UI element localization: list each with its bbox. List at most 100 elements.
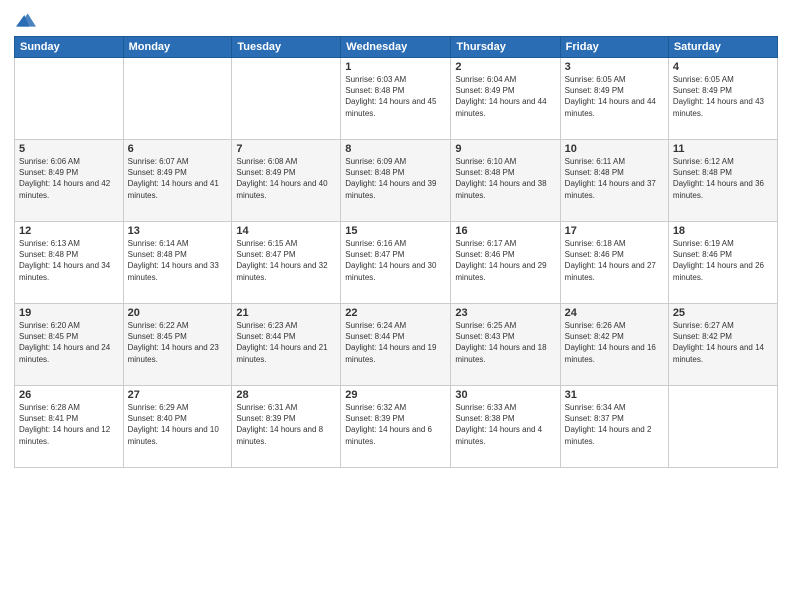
calendar-cell: 11 Sunrise: 6:12 AMSunset: 8:48 PMDayligh…	[668, 140, 777, 222]
day-info: Sunrise: 6:31 AMSunset: 8:39 PMDaylight:…	[236, 403, 323, 446]
day-number: 7	[236, 143, 336, 155]
calendar-cell: 20 Sunrise: 6:22 AMSunset: 8:45 PMDayligh…	[123, 304, 232, 386]
day-info: Sunrise: 6:08 AMSunset: 8:49 PMDaylight:…	[236, 157, 327, 200]
header	[14, 10, 778, 30]
day-info: Sunrise: 6:28 AMSunset: 8:41 PMDaylight:…	[19, 403, 110, 446]
calendar-cell	[123, 58, 232, 140]
day-info: Sunrise: 6:03 AMSunset: 8:48 PMDaylight:…	[345, 75, 436, 118]
day-number: 4	[673, 61, 773, 73]
day-number: 1	[345, 61, 446, 73]
day-info: Sunrise: 6:11 AMSunset: 8:48 PMDaylight:…	[565, 157, 656, 200]
calendar-week-row: 1 Sunrise: 6:03 AMSunset: 8:48 PMDaylight…	[15, 58, 778, 140]
calendar-week-row: 19Sunrise: 6:20 AMSunset: 8:45 PMDayligh…	[15, 304, 778, 386]
day-number: 2	[455, 61, 555, 73]
day-number: 5	[19, 143, 119, 155]
day-info: Sunrise: 6:05 AMSunset: 8:49 PMDaylight:…	[565, 75, 656, 118]
calendar-cell: 28 Sunrise: 6:31 AMSunset: 8:39 PMDayligh…	[232, 386, 341, 468]
calendar-cell: 4 Sunrise: 6:05 AMSunset: 8:49 PMDaylight…	[668, 58, 777, 140]
calendar-cell: 7 Sunrise: 6:08 AMSunset: 8:49 PMDaylight…	[232, 140, 341, 222]
calendar-week-row: 5Sunrise: 6:06 AMSunset: 8:49 PMDaylight…	[15, 140, 778, 222]
day-number: 30	[455, 389, 555, 401]
calendar-cell: 3 Sunrise: 6:05 AMSunset: 8:49 PMDaylight…	[560, 58, 668, 140]
day-number: 27	[128, 389, 228, 401]
day-info: Sunrise: 6:24 AMSunset: 8:44 PMDaylight:…	[345, 321, 436, 364]
calendar-week-row: 26 Sunrise: 6:28 AMSunset: 8:41 PMDayligh…	[15, 386, 778, 468]
day-info: Sunrise: 6:10 AMSunset: 8:48 PMDaylight:…	[455, 157, 546, 200]
calendar-cell: 27 Sunrise: 6:29 AMSunset: 8:40 PMDayligh…	[123, 386, 232, 468]
calendar-cell: 22 Sunrise: 6:24 AMSunset: 8:44 PMDayligh…	[341, 304, 451, 386]
day-info: Sunrise: 6:33 AMSunset: 8:38 PMDaylight:…	[455, 403, 542, 446]
day-number: 20	[128, 307, 228, 319]
day-info: Sunrise: 6:20 AMSunset: 8:45 PMDaylight:…	[19, 321, 110, 364]
day-number: 15	[345, 225, 446, 237]
day-number: 26	[19, 389, 119, 401]
day-info: Sunrise: 6:15 AMSunset: 8:47 PMDaylight:…	[236, 239, 327, 282]
day-number: 25	[673, 307, 773, 319]
calendar-cell: 13 Sunrise: 6:14 AMSunset: 8:48 PMDayligh…	[123, 222, 232, 304]
day-info: Sunrise: 6:05 AMSunset: 8:49 PMDaylight:…	[673, 75, 764, 118]
day-number: 22	[345, 307, 446, 319]
day-info: Sunrise: 6:04 AMSunset: 8:49 PMDaylight:…	[455, 75, 546, 118]
day-info: Sunrise: 6:29 AMSunset: 8:40 PMDaylight:…	[128, 403, 219, 446]
day-info: Sunrise: 6:16 AMSunset: 8:47 PMDaylight:…	[345, 239, 436, 282]
day-info: Sunrise: 6:12 AMSunset: 8:48 PMDaylight:…	[673, 157, 764, 200]
day-info: Sunrise: 6:22 AMSunset: 8:45 PMDaylight:…	[128, 321, 219, 364]
calendar-cell: 12Sunrise: 6:13 AMSunset: 8:48 PMDayligh…	[15, 222, 124, 304]
weekday-header-row: SundayMondayTuesdayWednesdayThursdayFrid…	[15, 37, 778, 58]
calendar-cell: 6Sunrise: 6:07 AMSunset: 8:49 PMDaylight…	[123, 140, 232, 222]
calendar-cell: 26 Sunrise: 6:28 AMSunset: 8:41 PMDayligh…	[15, 386, 124, 468]
day-number: 21	[236, 307, 336, 319]
day-number: 23	[455, 307, 555, 319]
day-info: Sunrise: 6:25 AMSunset: 8:43 PMDaylight:…	[455, 321, 546, 364]
calendar-cell: 21Sunrise: 6:23 AMSunset: 8:44 PMDayligh…	[232, 304, 341, 386]
calendar-cell: 1 Sunrise: 6:03 AMSunset: 8:48 PMDaylight…	[341, 58, 451, 140]
calendar-cell	[668, 386, 777, 468]
weekday-header: Thursday	[451, 37, 560, 58]
day-info: Sunrise: 6:13 AMSunset: 8:48 PMDaylight:…	[19, 239, 110, 282]
calendar: SundayMondayTuesdayWednesdayThursdayFrid…	[14, 36, 778, 468]
calendar-cell: 2 Sunrise: 6:04 AMSunset: 8:49 PMDaylight…	[451, 58, 560, 140]
calendar-cell: 30 Sunrise: 6:33 AMSunset: 8:38 PMDayligh…	[451, 386, 560, 468]
calendar-cell: 5Sunrise: 6:06 AMSunset: 8:49 PMDaylight…	[15, 140, 124, 222]
page: SundayMondayTuesdayWednesdayThursdayFrid…	[0, 0, 792, 612]
day-number: 28	[236, 389, 336, 401]
day-info: Sunrise: 6:18 AMSunset: 8:46 PMDaylight:…	[565, 239, 656, 282]
calendar-cell: 9 Sunrise: 6:10 AMSunset: 8:48 PMDaylight…	[451, 140, 560, 222]
day-info: Sunrise: 6:34 AMSunset: 8:37 PMDaylight:…	[565, 403, 652, 446]
weekday-header: Tuesday	[232, 37, 341, 58]
day-number: 31	[565, 389, 664, 401]
weekday-header: Wednesday	[341, 37, 451, 58]
day-number: 9	[455, 143, 555, 155]
day-number: 18	[673, 225, 773, 237]
day-number: 8	[345, 143, 446, 155]
calendar-cell: 18Sunrise: 6:19 AMSunset: 8:46 PMDayligh…	[668, 222, 777, 304]
calendar-cell: 25Sunrise: 6:27 AMSunset: 8:42 PMDayligh…	[668, 304, 777, 386]
calendar-cell: 24 Sunrise: 6:26 AMSunset: 8:42 PMDayligh…	[560, 304, 668, 386]
day-info: Sunrise: 6:26 AMSunset: 8:42 PMDaylight:…	[565, 321, 656, 364]
day-number: 24	[565, 307, 664, 319]
calendar-cell	[232, 58, 341, 140]
day-number: 29	[345, 389, 446, 401]
weekday-header: Friday	[560, 37, 668, 58]
day-number: 3	[565, 61, 664, 73]
calendar-cell: 16Sunrise: 6:17 AMSunset: 8:46 PMDayligh…	[451, 222, 560, 304]
calendar-cell: 19Sunrise: 6:20 AMSunset: 8:45 PMDayligh…	[15, 304, 124, 386]
day-info: Sunrise: 6:32 AMSunset: 8:39 PMDaylight:…	[345, 403, 432, 446]
calendar-cell: 23 Sunrise: 6:25 AMSunset: 8:43 PMDayligh…	[451, 304, 560, 386]
day-number: 13	[128, 225, 228, 237]
calendar-week-row: 12Sunrise: 6:13 AMSunset: 8:48 PMDayligh…	[15, 222, 778, 304]
weekday-header: Sunday	[15, 37, 124, 58]
logo-icon	[16, 10, 36, 30]
day-number: 16	[455, 225, 555, 237]
calendar-cell: 31 Sunrise: 6:34 AMSunset: 8:37 PMDayligh…	[560, 386, 668, 468]
day-number: 14	[236, 225, 336, 237]
day-info: Sunrise: 6:14 AMSunset: 8:48 PMDaylight:…	[128, 239, 219, 282]
calendar-cell: 8 Sunrise: 6:09 AMSunset: 8:48 PMDaylight…	[341, 140, 451, 222]
calendar-cell: 10Sunrise: 6:11 AMSunset: 8:48 PMDayligh…	[560, 140, 668, 222]
weekday-header: Saturday	[668, 37, 777, 58]
calendar-cell: 14 Sunrise: 6:15 AMSunset: 8:47 PMDayligh…	[232, 222, 341, 304]
day-number: 6	[128, 143, 228, 155]
day-info: Sunrise: 6:09 AMSunset: 8:48 PMDaylight:…	[345, 157, 436, 200]
calendar-cell: 29 Sunrise: 6:32 AMSunset: 8:39 PMDayligh…	[341, 386, 451, 468]
day-number: 11	[673, 143, 773, 155]
